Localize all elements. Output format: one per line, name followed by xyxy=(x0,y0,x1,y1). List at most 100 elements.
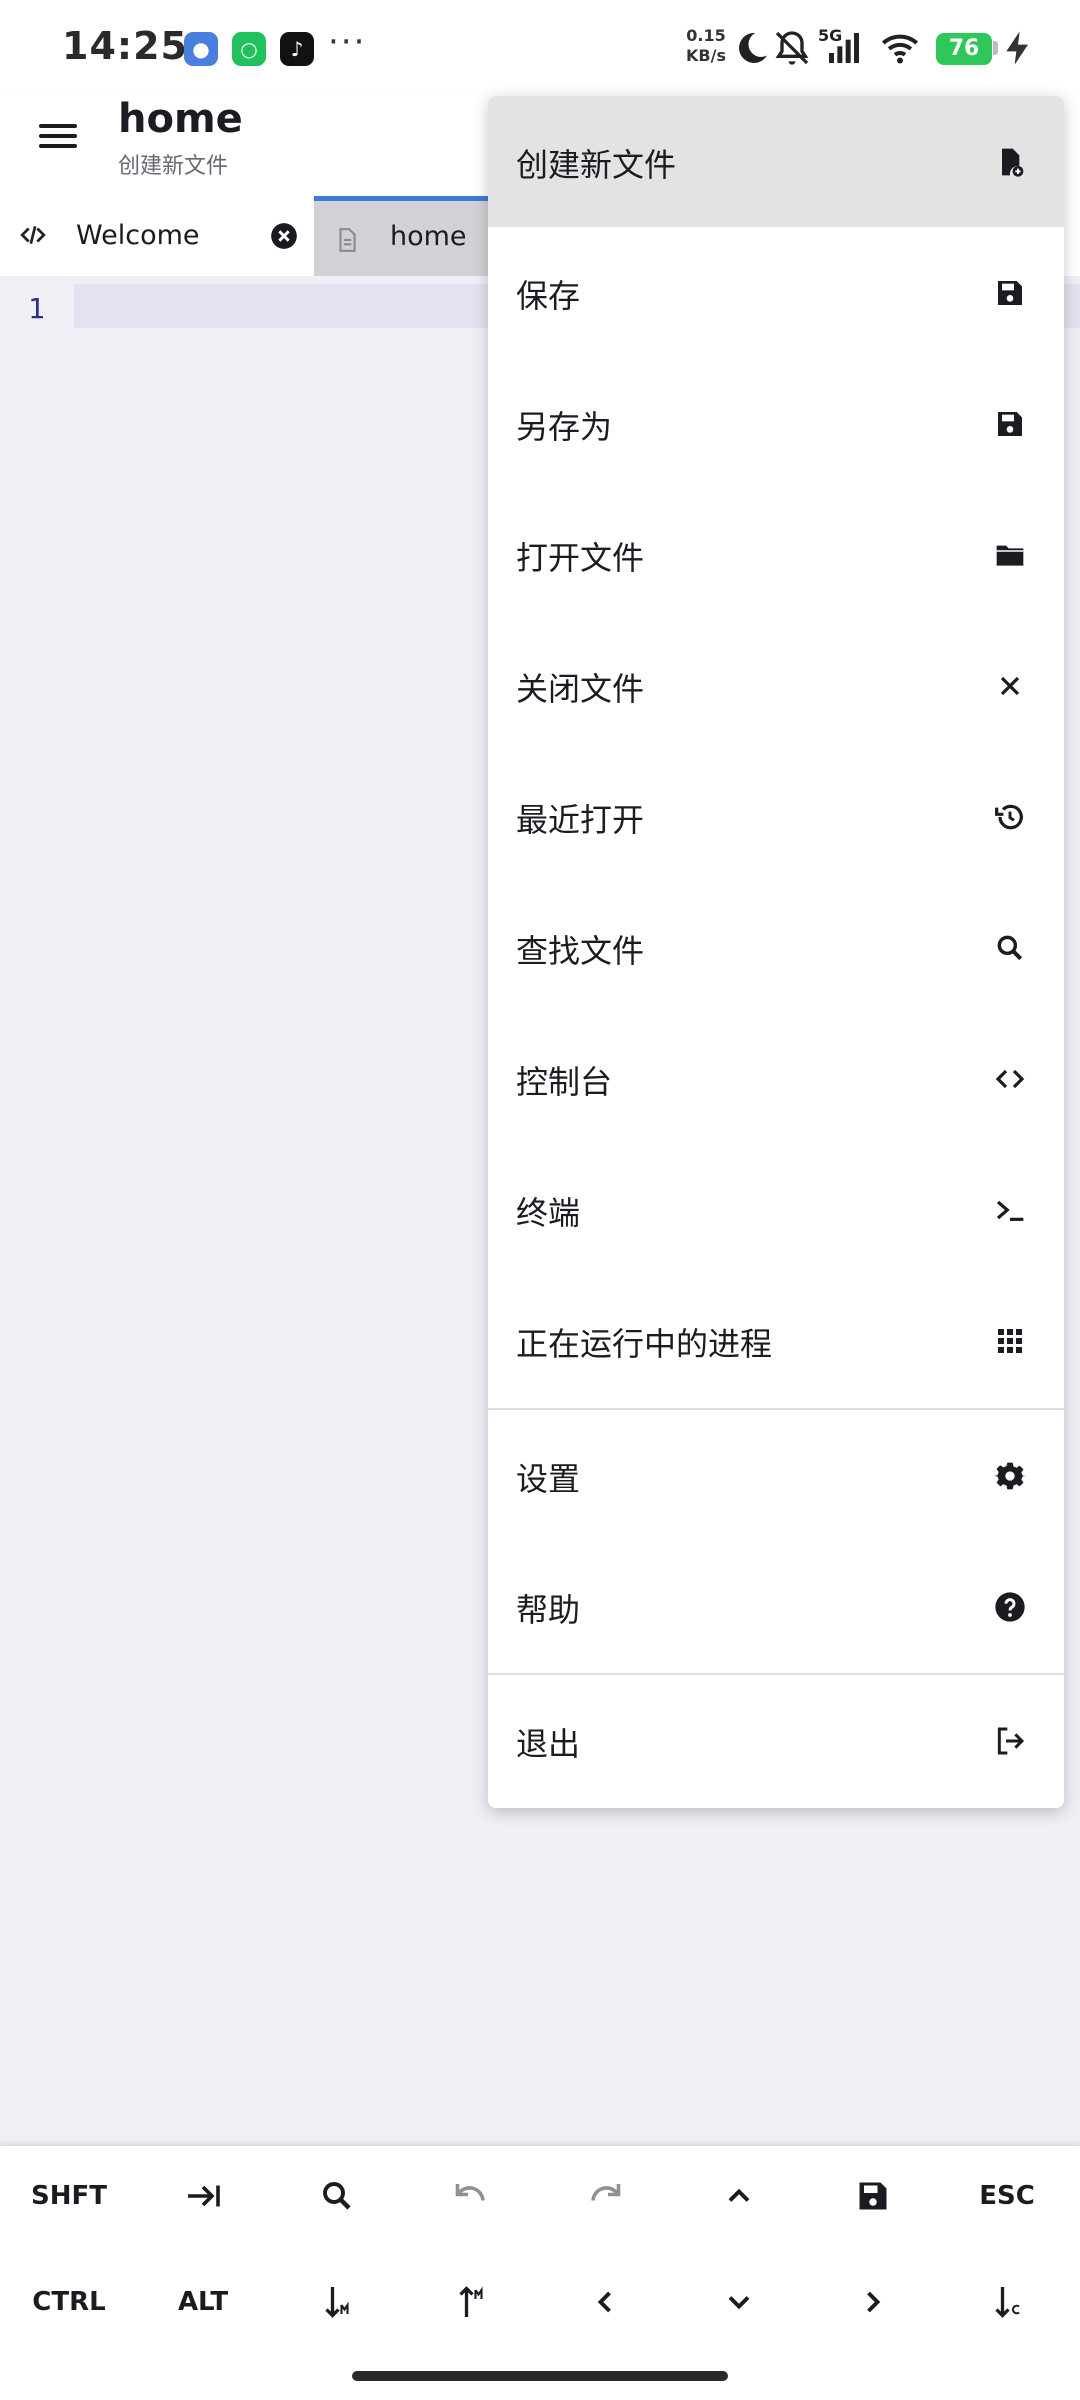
gear-icon xyxy=(994,1462,1026,1490)
line-number: 1 xyxy=(28,292,45,325)
search-key[interactable] xyxy=(270,2148,404,2244)
menu-item-label: 终端 xyxy=(516,1194,581,1232)
key-label: SHFT xyxy=(31,2181,107,2211)
shift-key[interactable]: SHFT xyxy=(2,2148,136,2244)
menu-item-label: 控制台 xyxy=(516,1063,613,1101)
menu-item-label: 帮助 xyxy=(516,1591,581,1629)
history-icon xyxy=(995,804,1023,830)
esc-key[interactable]: ESC xyxy=(940,2148,1074,2244)
menu-item-running-processes[interactable]: 正在运行中的进程 xyxy=(488,1275,1064,1406)
grid-icon xyxy=(998,1329,1022,1353)
status-time: 14:25 xyxy=(62,24,188,68)
tab-close-icon[interactable] xyxy=(270,222,298,250)
search-icon xyxy=(997,935,1023,961)
menu-item-label: 保存 xyxy=(516,277,581,315)
tab-key-icon xyxy=(188,2185,220,2207)
file-icon xyxy=(339,228,356,252)
menu-item-label: 关闭文件 xyxy=(516,670,645,708)
battery-level: 76 xyxy=(936,33,992,65)
menu-item-label: 退出 xyxy=(516,1725,581,1763)
save-key[interactable] xyxy=(806,2148,940,2244)
page-subtitle: 创建新文件 xyxy=(118,154,229,179)
menu-item-close-file[interactable]: 关闭文件 xyxy=(488,620,1064,751)
arrow-up-icon xyxy=(728,2188,750,2202)
tab-welcome[interactable]: Welcome xyxy=(0,196,314,276)
wechat-icon: ○ xyxy=(232,32,266,66)
menu-item-save[interactable]: 保存 xyxy=(488,227,1064,358)
save-as-icon xyxy=(998,412,1022,436)
code-brackets-icon xyxy=(995,1069,1025,1089)
network-speed-unit: KB/s xyxy=(686,46,726,65)
menu-item-open-file[interactable]: 打开文件 xyxy=(488,489,1064,620)
menu-item-settings[interactable]: 设置 xyxy=(488,1410,1064,1541)
code-icon xyxy=(20,226,46,244)
close-icon xyxy=(1000,676,1020,696)
exit-icon xyxy=(997,1727,1025,1755)
alt-key[interactable]: ALT xyxy=(136,2254,270,2350)
menu-item-recent[interactable]: 最近打开 xyxy=(488,751,1064,882)
menu-item-label: 另存为 xyxy=(516,408,613,446)
more-notifications-icon: ··· xyxy=(328,22,367,62)
menu-item-label: 设置 xyxy=(516,1460,581,1498)
menu-item-label: 打开文件 xyxy=(516,539,645,577)
menu-item-new-file[interactable]: 创建新文件 xyxy=(488,96,1064,227)
move-up-icon xyxy=(459,2286,483,2317)
save-icon xyxy=(998,281,1022,305)
redo-icon xyxy=(591,2184,621,2201)
home-indicator[interactable] xyxy=(352,2371,728,2381)
hamburger-menu-icon[interactable] xyxy=(36,118,80,162)
file-menu-dropdown: 创建新文件 保存 另存为 打开文件 关闭文件 最近打开 查找文件 控制台 终端 … xyxy=(488,96,1064,1808)
copy-down-icon xyxy=(995,2287,1020,2318)
menu-item-label: 查找文件 xyxy=(516,932,645,970)
tab-label: Welcome xyxy=(76,220,200,251)
move-line-up-key[interactable] xyxy=(404,2254,538,2350)
notification-app-icon: ● xyxy=(184,32,218,66)
arrow-left-key[interactable] xyxy=(538,2254,672,2350)
menu-item-find-file[interactable]: 查找文件 xyxy=(488,882,1064,1013)
menu-item-label: 正在运行中的进程 xyxy=(516,1325,773,1363)
terminal-icon xyxy=(996,1200,1024,1221)
menu-item-exit[interactable]: 退出 xyxy=(488,1675,1064,1806)
network-speed-value: 0.15 xyxy=(686,26,726,45)
menu-item-save-as[interactable]: 另存为 xyxy=(488,358,1064,489)
menu-item-terminal[interactable]: 终端 xyxy=(488,1144,1064,1275)
tab-home[interactable]: home xyxy=(314,196,494,276)
tiktok-icon: ♪ xyxy=(280,32,314,66)
tab-label: home xyxy=(390,221,467,252)
folder-icon xyxy=(996,545,1024,566)
menu-item-label: 创建新文件 xyxy=(516,146,677,184)
undo-icon xyxy=(455,2184,485,2201)
status-bar: 14:25 ● ○ ♪ ··· 0.15 KB/s 5G 76 xyxy=(0,0,1080,92)
network-speed: 0.15 KB/s xyxy=(682,26,730,66)
arrow-right-icon xyxy=(867,2291,881,2313)
signal-icon xyxy=(829,33,859,63)
arrow-left-icon xyxy=(597,2291,611,2313)
undo-key[interactable] xyxy=(404,2148,538,2244)
move-down-icon xyxy=(325,2287,349,2318)
new-file-icon xyxy=(1002,148,1024,177)
page-title: home xyxy=(118,96,243,142)
charging-icon xyxy=(1006,31,1028,65)
arrow-down-key[interactable] xyxy=(672,2254,806,2350)
arrow-right-key[interactable] xyxy=(806,2254,940,2350)
move-line-down-key[interactable] xyxy=(270,2254,404,2350)
arrow-up-key[interactable] xyxy=(672,2148,806,2244)
key-label: CTRL xyxy=(32,2287,106,2317)
key-label: ALT xyxy=(177,2287,229,2317)
search-icon xyxy=(323,2182,351,2210)
menu-item-help[interactable]: 帮助 xyxy=(488,1541,1064,1672)
menu-item-label: 最近打开 xyxy=(516,801,645,839)
bell-off-icon xyxy=(775,31,809,65)
key-label: ESC xyxy=(979,2181,1035,2211)
copy-line-down-key[interactable] xyxy=(940,2254,1074,2350)
tab-key[interactable] xyxy=(136,2148,270,2244)
wifi-icon xyxy=(882,34,918,64)
extra-keys-toolbar: SHFT ESC CTRL ALT xyxy=(0,2146,1080,2400)
screen: 14:25 ● ○ ♪ ··· 0.15 KB/s 5G 76 home 创建新… xyxy=(0,0,1080,2400)
menu-item-console[interactable]: 控制台 xyxy=(488,1013,1064,1144)
save-icon xyxy=(859,2182,887,2210)
moon-icon xyxy=(739,32,767,63)
ctrl-key[interactable]: CTRL xyxy=(2,2254,136,2350)
redo-key[interactable] xyxy=(538,2148,672,2244)
arrow-down-icon xyxy=(728,2296,750,2310)
